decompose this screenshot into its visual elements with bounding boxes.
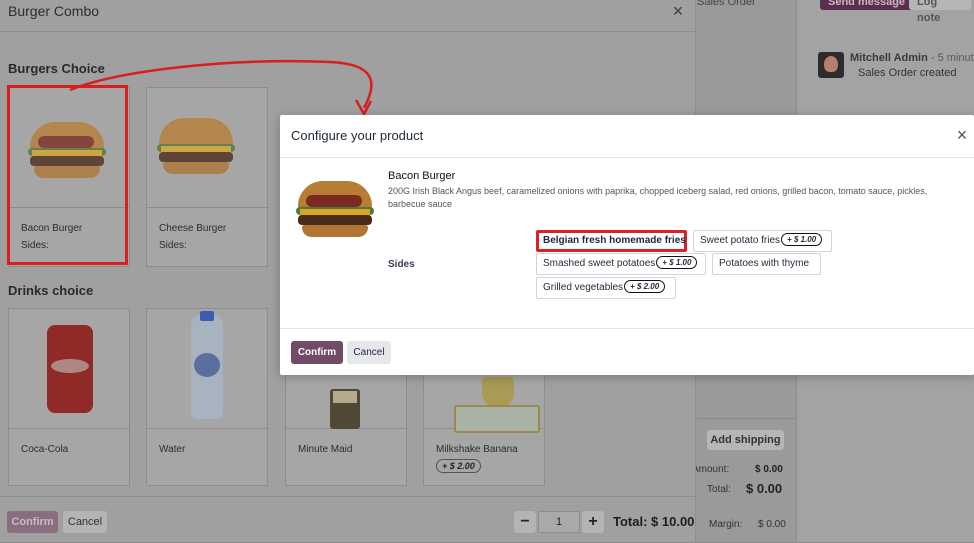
option-grilled-vegetables[interactable]: Grilled vegetables + $ 2.00 <box>536 277 676 299</box>
background-tab: Sales Order <box>697 0 756 8</box>
quantity-minus-button[interactable]: − <box>514 511 536 533</box>
margin-label: Margin: <box>709 519 743 530</box>
sides-label: Sides <box>388 259 415 270</box>
product-image <box>147 88 267 208</box>
confirm-button[interactable]: Confirm <box>291 341 343 364</box>
amount-value: $ 0.00 <box>755 464 783 475</box>
product-name: Minute Maid <box>298 444 353 455</box>
modal-footer: Confirm Cancel <box>280 328 974 376</box>
option-belgian-fries[interactable]: Belgian fresh homemade fries <box>536 230 687 252</box>
modal-title: Configure your product <box>291 128 424 143</box>
option-potatoes-with-thyme[interactable]: Potatoes with thyme <box>712 253 821 275</box>
option-label: Grilled vegetables <box>543 282 624 293</box>
burgers-section-title: Burgers Choice <box>8 61 105 76</box>
combo-confirm-button[interactable]: Confirm <box>7 511 58 533</box>
option-label: Sweet potato fries <box>700 235 781 246</box>
margin-value: $ 0.00 <box>758 519 786 530</box>
total-value: $ 0.00 <box>746 481 783 496</box>
price-extra-badge: + $ 1.00 <box>656 256 698 269</box>
product-sides: Sides: <box>159 240 187 251</box>
product-description: 200G Irish Black Angus beef, caramelized… <box>388 186 928 209</box>
send-message-button[interactable]: Send message <box>820 0 920 10</box>
product-card-water[interactable]: Water <box>146 308 268 486</box>
avatar <box>818 52 844 78</box>
combo-dialog-header: Burger Combo × <box>0 0 695 32</box>
close-icon[interactable]: × <box>954 126 970 144</box>
divider <box>697 418 796 419</box>
cancel-button[interactable]: Cancel <box>347 341 391 364</box>
burger-image <box>153 118 239 180</box>
quantity-plus-button[interactable]: + <box>582 511 604 533</box>
close-icon[interactable]: × <box>669 2 687 20</box>
product-card-coca-cola[interactable]: Coca-Cola <box>8 308 130 486</box>
message-text: Sales Order created <box>858 67 957 79</box>
price-extra-badge: + $ 2.00 <box>624 280 666 293</box>
total-label: Total: <box>707 484 731 495</box>
amount-label: Amount: <box>692 464 730 475</box>
add-shipping-button[interactable]: Add shipping <box>707 430 784 450</box>
message-time: - 5 minutes ago <box>930 52 974 64</box>
product-image <box>147 309 267 429</box>
minute-maid-image <box>330 389 360 429</box>
selected-card-highlight <box>7 85 128 265</box>
milkshake-image <box>454 377 544 433</box>
combo-total: Total: $ 10.00 <box>613 514 695 529</box>
combo-cancel-button[interactable]: Cancel <box>63 511 107 533</box>
price-extra-badge: + $ 2.00 <box>436 459 481 473</box>
price-extra-badge: + $ 1.00 <box>781 233 823 246</box>
product-name: Coca-Cola <box>21 444 69 455</box>
product-image <box>9 309 129 429</box>
option-sweet-potato-fries[interactable]: Sweet potato fries + $ 1.00 <box>693 230 832 252</box>
combo-dialog-footer: Confirm Cancel − 1 + Total: $ 10.00 <box>0 496 695 543</box>
product-name: Bacon Burger <box>388 170 456 182</box>
option-label: Smashed sweet potatoes <box>543 258 656 269</box>
product-card-cheese-burger[interactable]: Cheese Burger Sides: <box>146 87 268 267</box>
message-author: Mitchell Admin <box>850 52 928 64</box>
product-name: Milkshake Banana <box>436 444 518 455</box>
product-image <box>292 181 378 243</box>
combo-dialog-title: Burger Combo <box>8 3 100 19</box>
configure-product-modal: Configure your product × Bacon Burger 20… <box>280 115 974 375</box>
water-bottle-image <box>191 311 223 419</box>
log-note-button[interactable]: Log note <box>909 0 971 24</box>
option-label: Potatoes with thyme <box>719 258 810 269</box>
drinks-section-title: Drinks choice <box>8 283 94 298</box>
modal-header: Configure your product × <box>280 115 974 158</box>
option-smashed-sweet-potatoes[interactable]: Smashed sweet potatoes + $ 1.00 <box>536 253 706 275</box>
coca-cola-can-image <box>47 325 93 413</box>
quantity-input[interactable]: 1 <box>538 511 580 533</box>
option-label: Belgian fresh homemade fries <box>543 235 686 246</box>
product-name: Cheese Burger <box>159 223 227 234</box>
chatter-message: Mitchell Admin - 5 minutes ago Sales Ord… <box>818 52 974 92</box>
product-name: Water <box>159 444 186 455</box>
